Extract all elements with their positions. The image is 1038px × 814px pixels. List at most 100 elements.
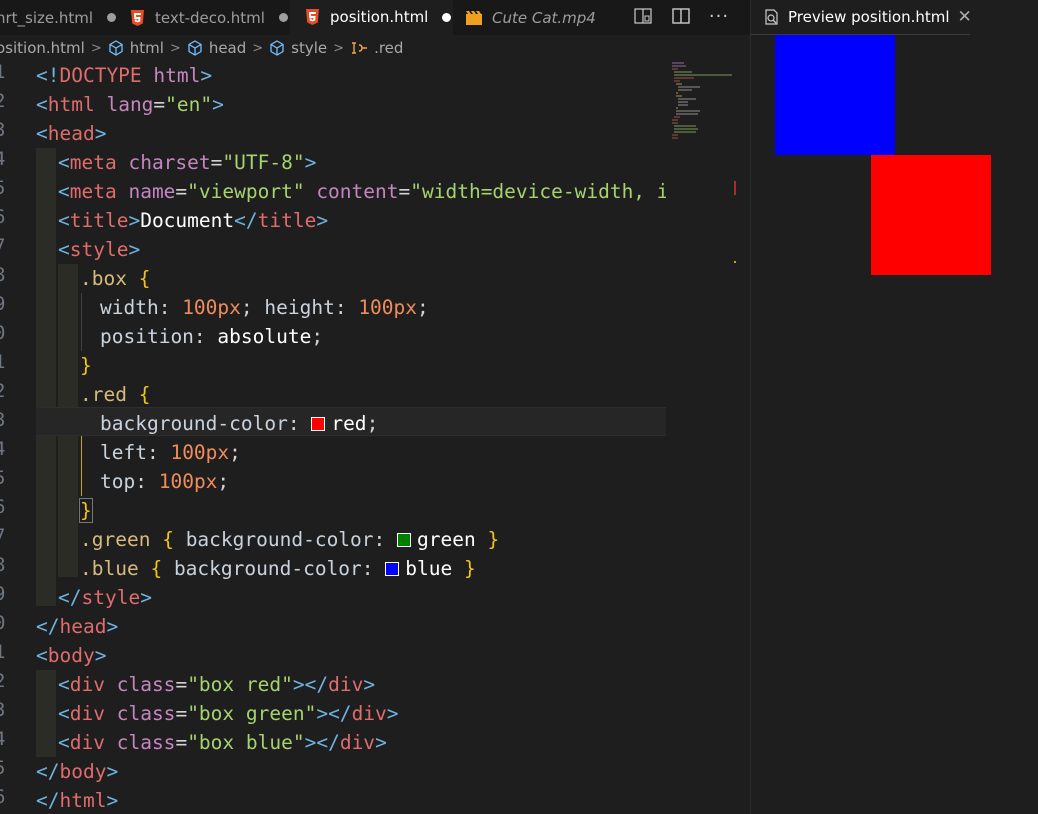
tab-cute-cat[interactable]: Cute Cat.mp4 xyxy=(466,0,596,35)
code-line: <meta charset="UTF-8"> xyxy=(58,151,317,174)
color-swatch-green[interactable] xyxy=(397,533,412,547)
line-number: 7 xyxy=(0,525,16,547)
breadcrumb-head[interactable]: head xyxy=(187,39,246,57)
html5-icon xyxy=(305,9,320,25)
code-line: <title>Document</title> xyxy=(58,209,329,232)
code-line: <!DOCTYPE html> xyxy=(36,64,213,87)
tab-label: nrt_size.html xyxy=(0,8,94,27)
code-line: top: 100px; xyxy=(100,470,230,493)
minimap-preview xyxy=(672,62,736,263)
line-number: 3 xyxy=(0,409,16,431)
minimap[interactable] xyxy=(666,61,736,814)
tab-text-deco[interactable]: text-deco.html xyxy=(130,0,288,35)
code-line: .blue { background-color: blue } xyxy=(80,557,476,580)
cube-icon xyxy=(188,40,202,56)
color-swatch-red[interactable] xyxy=(311,417,326,431)
modified-dot-icon[interactable] xyxy=(442,12,452,22)
code-line: </body> xyxy=(36,760,119,783)
code-line: <head> xyxy=(36,122,107,145)
tab-position[interactable]: position.html xyxy=(290,0,453,35)
code-line: </style> xyxy=(58,586,152,609)
line-number: 3 xyxy=(0,119,16,141)
line-number: 0 xyxy=(0,322,16,344)
code-line: <div class="box blue"></div> xyxy=(58,731,387,754)
code-line: <html lang="en"> xyxy=(36,93,224,116)
more-icon[interactable]: ··· xyxy=(706,0,732,32)
preview-viewport[interactable] xyxy=(751,35,1038,814)
indent-highlight xyxy=(36,670,56,757)
line-number: 1 xyxy=(0,641,16,663)
line-number: 9 xyxy=(0,583,16,605)
code-line: <div class="box green"></div> xyxy=(58,702,399,725)
tab-label: Preview position.html xyxy=(788,8,950,26)
modified-dot-icon[interactable] xyxy=(107,13,117,22)
line-number-gutter: 1 2 3 4 5 6 7 8 9 0 1 2 3 4 5 6 7 8 9 0 … xyxy=(0,61,22,814)
html5-icon xyxy=(130,9,145,26)
breadcrumb: osition.html > html > head > style > .re… xyxy=(0,35,666,61)
code-line: } xyxy=(80,354,92,377)
code-line: .box { xyxy=(80,267,151,290)
split-editor-icon[interactable] xyxy=(668,0,694,32)
chevron-right-icon: > xyxy=(333,40,345,56)
breadcrumb-html[interactable]: html xyxy=(108,39,164,57)
code-line: position: absolute; xyxy=(100,325,324,348)
code-line: .green { background-color: green } xyxy=(80,528,500,551)
line-number: 4 xyxy=(0,728,16,750)
breadcrumb-style[interactable]: style xyxy=(269,39,327,57)
code-line: <meta name="viewport" content="width=dev… xyxy=(58,180,666,203)
chevron-right-icon: > xyxy=(90,40,102,56)
code-editor[interactable]: 1 2 3 4 5 6 7 8 9 0 1 2 3 4 5 6 7 8 9 0 … xyxy=(0,61,666,814)
breadcrumb-red[interactable]: .red xyxy=(350,39,403,57)
tab-label: text-deco.html xyxy=(155,8,265,27)
code-line: </head> xyxy=(36,615,119,638)
selector-icon xyxy=(352,42,368,54)
code-line: .red { xyxy=(80,383,151,406)
indent-guide xyxy=(81,293,82,351)
line-number: 4 xyxy=(0,438,16,460)
tab-preview[interactable]: Preview position.html ✕ xyxy=(751,0,972,35)
line-number: 2 xyxy=(0,670,16,692)
code-line: <div class="box red"></div> xyxy=(58,673,376,696)
code-line: background-color: red; xyxy=(100,412,379,435)
cube-icon xyxy=(109,40,123,56)
line-number: 6 xyxy=(0,786,16,808)
line-number: 5 xyxy=(0,177,16,199)
tab-bar: nrt_size.html text-deco.html position.ht… xyxy=(0,0,750,35)
open-preview-icon[interactable] xyxy=(630,0,656,32)
code-line: <body> xyxy=(36,644,107,667)
preview-icon xyxy=(763,8,781,26)
code-line: <style> xyxy=(58,238,141,261)
breadcrumb-file[interactable]: osition.html xyxy=(0,39,85,57)
preview-box-red xyxy=(871,155,991,275)
line-number: 1 xyxy=(0,61,16,83)
cube-icon xyxy=(270,40,284,56)
line-number: 3 xyxy=(0,699,16,721)
chevron-right-icon: > xyxy=(252,40,264,56)
indent-highlight xyxy=(36,148,56,606)
code-line: } xyxy=(79,498,93,523)
close-icon[interactable]: ✕ xyxy=(958,7,972,27)
tab-label: Cute Cat.mp4 xyxy=(492,8,596,27)
line-number: 0 xyxy=(0,612,16,634)
line-number: 6 xyxy=(0,496,16,518)
line-number: 1 xyxy=(0,351,16,373)
tab-nrt-size[interactable]: nrt_size.html xyxy=(0,0,117,35)
line-number: 8 xyxy=(0,264,16,286)
line-number: 4 xyxy=(0,148,16,170)
tab-label: position.html xyxy=(330,8,429,26)
line-number: 2 xyxy=(0,90,16,112)
code-line: </html> xyxy=(36,789,119,812)
modified-dot-icon[interactable] xyxy=(278,13,288,22)
line-number: 8 xyxy=(0,554,16,576)
color-swatch-blue[interactable] xyxy=(385,562,400,576)
code-line: width: 100px; height: 100px; xyxy=(100,296,429,319)
line-number: 7 xyxy=(0,235,16,257)
line-number: 5 xyxy=(0,467,16,489)
code-line: left: 100px; xyxy=(100,441,241,464)
line-number: 6 xyxy=(0,206,16,228)
video-icon xyxy=(466,10,482,25)
chevron-right-icon: > xyxy=(169,40,181,56)
preview-box-blue xyxy=(775,35,895,155)
line-number: 5 xyxy=(0,757,16,779)
line-number: 2 xyxy=(0,380,16,402)
